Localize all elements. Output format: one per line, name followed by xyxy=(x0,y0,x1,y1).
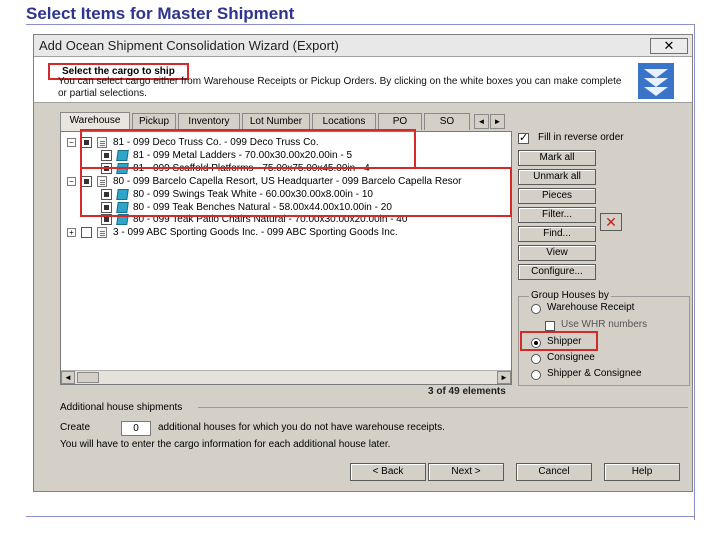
row-checkbox[interactable] xyxy=(101,214,112,226)
scroll-thumb[interactable] xyxy=(77,372,99,383)
tab-pickup[interactable]: Pickup xyxy=(132,113,176,130)
radio-warehouse-receipt[interactable] xyxy=(531,304,541,314)
tree-row[interactable]: 81 - 099 Metal Ladders - 70.00x30.00x20.… xyxy=(61,149,511,162)
tree-row-label: 3 - 099 ABC Sporting Goods Inc. - 099 AB… xyxy=(113,227,398,239)
collapse-icon[interactable]: − xyxy=(67,138,76,147)
option-warehouse-receipt-label: Warehouse Receipt xyxy=(547,302,635,313)
close-button[interactable]: ✕ xyxy=(650,38,688,54)
package-icon xyxy=(116,149,129,161)
group-houses-box: Group Houses by Warehouse Receipt Use WH… xyxy=(518,290,690,386)
row-checkbox[interactable] xyxy=(101,149,112,161)
section-divider xyxy=(198,407,688,408)
fill-reverse-checkbox[interactable] xyxy=(518,131,529,144)
tab-so[interactable]: SO xyxy=(424,113,470,130)
tab-scroll-left-icon[interactable]: ◄ xyxy=(474,114,489,129)
tab-warehouse[interactable]: Warehouse xyxy=(60,112,130,131)
fill-reverse-label: Fill in reverse order xyxy=(538,132,624,143)
right-divider xyxy=(694,24,695,520)
expand-icon[interactable]: + xyxy=(67,228,76,238)
wizard-dialog: Add Ocean Shipment Consolidation Wizard … xyxy=(33,34,693,492)
tree-row-label: 81 - 099 Metal Ladders - 70.00x30.00x20.… xyxy=(133,149,353,161)
dialog-title: Add Ocean Shipment Consolidation Wizard … xyxy=(39,38,339,53)
scroll-right-icon[interactable]: ► xyxy=(497,371,511,384)
step-description: You can select cargo either from Warehou… xyxy=(58,76,622,99)
row-checkbox[interactable] xyxy=(81,137,92,148)
tree-row[interactable]: − 80 - 099 Barcelo Capella Resort, US Hea… xyxy=(61,175,511,188)
elements-count: 3 of 49 elements xyxy=(428,386,506,397)
tree-row-label: 81 - 099 Scaffold Platforms - 75.00x75.0… xyxy=(133,162,370,174)
row-checkbox[interactable] xyxy=(81,227,92,239)
radio-shipper[interactable] xyxy=(531,338,541,348)
mark-all-button[interactable]: Mark all xyxy=(518,150,596,166)
tab-po[interactable]: PO xyxy=(378,113,422,130)
tab-inventory[interactable]: Inventory xyxy=(178,113,240,130)
option-shipper-label: Shipper xyxy=(547,336,582,347)
package-icon xyxy=(116,214,129,226)
tree-row[interactable]: 80 - 099 Teak Benches Natural - 58.00x44… xyxy=(61,201,511,214)
slide-title: Select Items for Master Shipment xyxy=(26,4,295,23)
tree-row-label: 81 - 099 Deco Truss Co. - 099 Deco Truss… xyxy=(113,137,319,148)
back-button[interactable]: < Back xyxy=(350,463,426,481)
clear-filter-icon[interactable]: ✕ xyxy=(600,213,622,231)
tab-locations[interactable]: Locations xyxy=(312,113,376,130)
tree-row-label: 80 - 099 Barcelo Capella Resort, US Head… xyxy=(113,175,462,187)
use-whr-checkbox[interactable] xyxy=(545,321,555,331)
wizard-header: Select the cargo to ship You can select … xyxy=(34,57,692,103)
bottom-divider xyxy=(26,516,694,517)
package-icon xyxy=(116,162,129,174)
group-houses-title: Group Houses by xyxy=(529,290,611,301)
scroll-left-icon[interactable]: ◄ xyxy=(61,371,75,384)
option-shipper-consignee-label: Shipper & Consignee xyxy=(547,368,642,379)
row-checkbox[interactable] xyxy=(101,162,112,174)
unmark-all-button[interactable]: Unmark all xyxy=(518,169,596,185)
tab-lot-number[interactable]: Lot Number xyxy=(242,113,310,130)
tree-row[interactable]: − 81 - 099 Deco Truss Co. - 099 Deco Trus… xyxy=(61,136,511,149)
radio-consignee[interactable] xyxy=(531,354,541,364)
receipt-icon xyxy=(97,227,107,239)
tree-row-label: 80 - 099 Teak Benches Natural - 58.00x44… xyxy=(133,201,392,213)
tree-row-label: 80 - 099 Teak Patio Chairs Natural - 70.… xyxy=(133,214,408,226)
option-consignee-label: Consignee xyxy=(547,352,595,363)
find-button[interactable]: Find... xyxy=(518,226,596,242)
additional-title: Additional house shipments xyxy=(60,402,183,413)
wizard-chevron-icon xyxy=(638,63,674,99)
row-checkbox[interactable] xyxy=(101,188,112,200)
tab-scroll-right-icon[interactable]: ► xyxy=(490,114,505,129)
next-button[interactable]: Next > xyxy=(428,463,504,481)
receipt-icon xyxy=(97,137,107,148)
title-divider xyxy=(26,24,694,25)
create-description: additional houses for which you do not h… xyxy=(158,422,445,433)
package-icon xyxy=(116,188,129,200)
filter-button[interactable]: Filter... xyxy=(518,207,596,223)
create-count-input[interactable]: 0 xyxy=(121,421,151,436)
use-whr-label: Use WHR numbers xyxy=(561,319,648,330)
tree-row[interactable]: 81 - 099 Scaffold Platforms - 75.00x75.0… xyxy=(61,162,511,175)
create-label: Create xyxy=(60,422,91,433)
help-button[interactable]: Help xyxy=(604,463,680,481)
cancel-button[interactable]: Cancel xyxy=(516,463,592,481)
collapse-icon[interactable]: − xyxy=(67,176,76,186)
configure-button[interactable]: Configure... xyxy=(518,264,596,280)
dialog-titlebar: Add Ocean Shipment Consolidation Wizard … xyxy=(34,35,692,57)
additional-note: You will have to enter the cargo informa… xyxy=(60,439,391,450)
tree-row[interactable]: 80 - 099 Teak Patio Chairs Natural - 70.… xyxy=(61,213,511,226)
radio-shipper-consignee[interactable] xyxy=(531,370,541,380)
tree-row[interactable]: 80 - 099 Swings Teak White - 60.00x30.00… xyxy=(61,188,511,201)
receipt-icon xyxy=(97,175,107,187)
tree-row[interactable]: +3 - 099 ABC Sporting Goods Inc. - 099 A… xyxy=(61,226,511,239)
package-icon xyxy=(116,201,129,213)
horizontal-scrollbar[interactable]: ◄ ► xyxy=(61,370,511,384)
pieces-button[interactable]: Pieces xyxy=(518,188,596,204)
row-checkbox[interactable] xyxy=(101,201,112,213)
tree-row-label: 80 - 099 Swings Teak White - 60.00x30.00… xyxy=(133,188,373,200)
view-button[interactable]: View xyxy=(518,245,596,261)
row-checkbox[interactable] xyxy=(81,175,92,187)
cargo-tree[interactable]: ◄ ► − 81 - 099 Deco Truss Co. - 099 Deco … xyxy=(60,131,512,385)
